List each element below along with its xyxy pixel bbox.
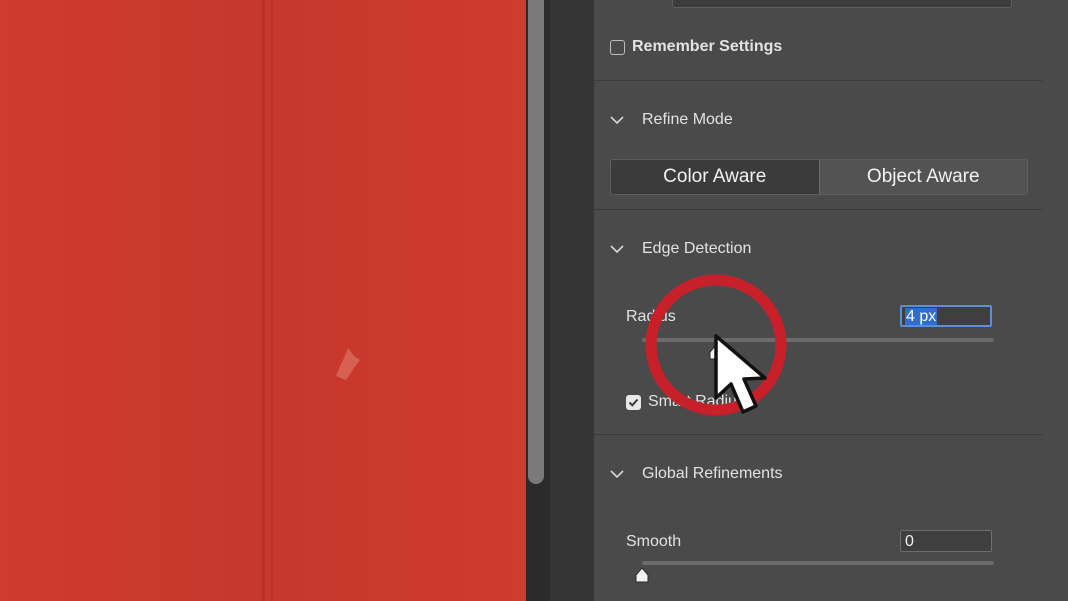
document-canvas[interactable] — [0, 0, 526, 601]
canvas-speck — [336, 348, 360, 380]
color-aware-button[interactable]: Color Aware — [611, 160, 819, 194]
radius-label: Radius — [626, 308, 676, 325]
radius-slider-thumb[interactable] — [708, 344, 724, 360]
smooth-slider-track[interactable] — [642, 561, 994, 565]
radius-value-selection: 4 px — [905, 308, 938, 325]
canvas-scrollbar-thumb[interactable] — [528, 0, 544, 484]
view-mode-dropdown[interactable] — [672, 0, 1012, 8]
canvas-texture-crease — [262, 0, 265, 601]
refine-mode-title[interactable]: Refine Mode — [642, 111, 733, 129]
smooth-slider-thumb[interactable] — [634, 567, 650, 583]
radius-slider-track[interactable] — [642, 338, 994, 342]
global-refinements-title[interactable]: Global Refinements — [642, 465, 783, 483]
section-divider — [594, 209, 1042, 210]
smooth-input[interactable]: 0 — [900, 530, 992, 552]
chevron-down-icon[interactable] — [610, 244, 624, 254]
checkmark-icon — [628, 398, 639, 407]
edge-detection-title[interactable]: Edge Detection — [642, 240, 751, 258]
remember-settings-label: Remember Settings — [632, 38, 783, 55]
object-aware-button[interactable]: Object Aware — [819, 160, 1027, 194]
refine-mode-segmented-control: Color Aware Object Aware — [610, 159, 1028, 195]
panel-gutter — [550, 0, 594, 601]
smooth-label: Smooth — [626, 533, 682, 550]
radius-input[interactable]: 4 px — [900, 305, 992, 327]
canvas-texture-crease — [270, 0, 273, 601]
remember-settings-checkbox[interactable] — [610, 40, 625, 55]
smart-radius-label: Smart Radius — [648, 393, 745, 410]
section-divider — [594, 434, 1042, 435]
smart-radius-checkbox[interactable] — [626, 395, 641, 410]
refine-properties-panel: Remember Settings Refine Mode Color Awar… — [594, 0, 1068, 601]
chevron-down-icon[interactable] — [610, 469, 624, 479]
chevron-down-icon[interactable] — [610, 115, 624, 125]
section-divider — [594, 80, 1042, 81]
